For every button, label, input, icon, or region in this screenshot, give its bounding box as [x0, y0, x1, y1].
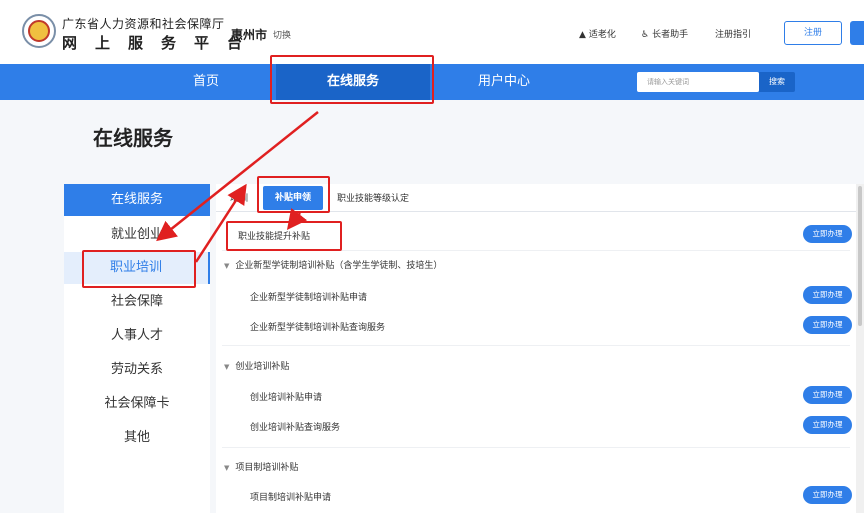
annotation-arrows — [156, 111, 319, 263]
screen: 广东省人力资源和社会保障厅 网上服务平台 惠州市 切换 ▲ 适老化 ♿ 长者助手 注… — [0, 0, 864, 513]
arrow-tab-to-service — [286, 208, 308, 230]
arrow-sidebar-to-tab — [194, 183, 247, 263]
